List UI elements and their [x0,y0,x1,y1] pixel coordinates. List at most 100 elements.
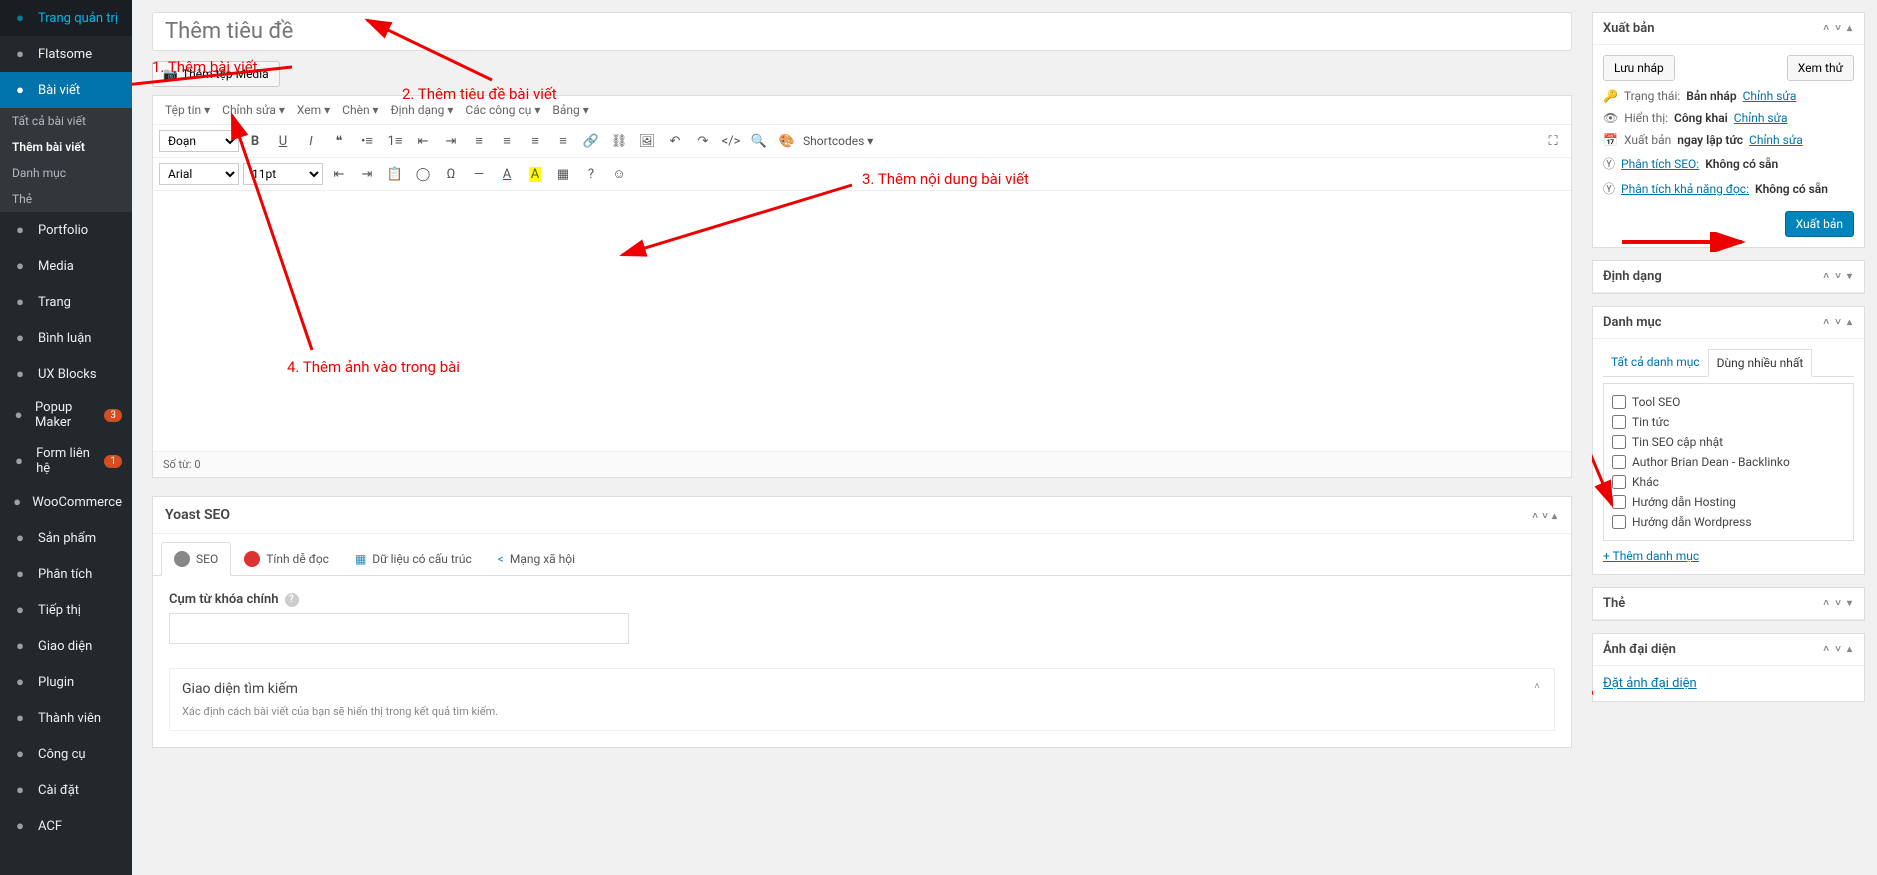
menubar-item-4[interactable]: Định dạng ▾ [387,101,458,119]
menubar-item-0[interactable]: Tệp tin ▾ [161,101,214,119]
sidebar-item-17[interactable]: ●Công cụ [0,736,132,772]
add-category-link[interactable]: + Thêm danh mục [1603,549,1699,563]
sidebar-item-6[interactable]: ●Bình luận [0,320,132,356]
font-select[interactable]: Arial [159,163,239,185]
submenu-item-3[interactable]: Thẻ [0,186,132,212]
indent-icon[interactable]: ⇥ [439,129,463,153]
category-checkbox[interactable] [1612,395,1626,409]
category-item-2[interactable]: Tin SEO cập nhật [1612,432,1845,452]
cat-tab-all[interactable]: Tất cả danh mục [1603,349,1708,376]
read-analysis-link[interactable]: Phân tích khả năng đọc: [1621,182,1749,196]
sidebar-item-11[interactable]: ●Sản phẩm [0,520,132,556]
link-icon[interactable]: 🔗 [579,129,603,153]
sidebar-item-15[interactable]: ●Plugin [0,664,132,700]
sidebar-item-12[interactable]: ●Phân tích [0,556,132,592]
category-item-3[interactable]: Author Brian Dean - Backlinko [1612,452,1845,472]
sidebar-item-5[interactable]: ●Trang [0,284,132,320]
sidebar-item-16[interactable]: ●Thành viên [0,700,132,736]
hr-icon[interactable]: ― [467,162,491,186]
publish-down-icon[interactable]: ˅ [1833,23,1843,34]
category-checkbox[interactable] [1612,415,1626,429]
yoast-tab-social[interactable]: <Mạng xã hội [485,542,588,576]
special-icon[interactable]: Ω [439,162,463,186]
cat-tab-most[interactable]: Dùng nhiều nhất [1708,349,1813,377]
category-checkbox[interactable] [1612,435,1626,449]
italic-icon[interactable]: I [299,129,323,153]
save-draft-button[interactable]: Lưu nháp [1603,55,1675,81]
sidebar-item-10[interactable]: ●WooCommerce [0,484,132,520]
menubar-item-2[interactable]: Xem ▾ [293,101,334,119]
sidebar-item-18[interactable]: ●Cài đặt [0,772,132,808]
category-item-0[interactable]: Tool SEO [1612,392,1845,412]
publish-button[interactable]: Xuất bản [1785,211,1854,237]
redo-icon[interactable]: ↷ [691,129,715,153]
yoast-tab-seo[interactable]: SEO [161,542,231,576]
menubar-item-3[interactable]: Chèn ▾ [338,101,382,119]
undo-icon[interactable]: ↶ [663,129,687,153]
sidebar-item-0[interactable]: ●Trang quản trị [0,0,132,36]
sidebar-item-4[interactable]: ●Media [0,248,132,284]
submenu-item-1[interactable]: Thêm bài viết [0,134,132,160]
code-icon[interactable]: </> [719,129,743,153]
align-center-icon[interactable]: ≡ [495,129,519,153]
publish-toggle-icon[interactable]: ▴ [1845,23,1854,34]
category-checkbox[interactable] [1612,455,1626,469]
keyword-input[interactable] [169,613,629,644]
bgcolor-icon[interactable]: A [523,162,547,186]
textcolor-icon[interactable]: A [495,162,519,186]
set-featured-link[interactable]: Đặt ảnh đại diện [1603,676,1697,691]
category-item-1[interactable]: Tin tức [1612,412,1845,432]
sidebar-item-1[interactable]: ●Flatsome [0,36,132,72]
edit-visibility-link[interactable]: Chỉnh sửa [1734,111,1788,125]
format-select[interactable]: Đoạn [159,130,239,152]
align-right-icon[interactable]: ≡ [523,129,547,153]
outdent2-icon[interactable]: ⇤ [327,162,351,186]
edit-schedule-link[interactable]: Chỉnh sửa [1749,133,1803,147]
fullscreen-icon[interactable]: ⛶ [1541,129,1565,153]
sidebar-item-2[interactable]: ●Bài viết [0,72,132,108]
submenu-item-0[interactable]: Tất cả bài viết [0,108,132,134]
category-item-6[interactable]: Hướng dẫn Wordpress [1612,512,1845,532]
bullet-list-icon[interactable]: •≡ [355,129,379,153]
find-icon[interactable]: 🔍 [747,129,771,153]
outdent-icon[interactable]: ⇤ [411,129,435,153]
unlink-icon[interactable]: ⛓ [607,129,631,153]
menubar-item-1[interactable]: Chỉnh sửa ▾ [218,101,289,119]
keyword-help-icon[interactable]: ? [285,593,299,607]
yoast-tab-schema[interactable]: ▦Dữ liệu có cấu trúc [342,542,485,576]
emoji-icon[interactable]: ☺ [607,162,631,186]
sidebar-item-13[interactable]: ●Tiếp thị [0,592,132,628]
align-justify-icon[interactable]: ≡ [551,129,575,153]
clear-icon[interactable]: ◯ [411,162,435,186]
publish-up-icon[interactable]: ˄ [1821,23,1831,34]
quote-icon[interactable]: ❝ [327,129,351,153]
submenu-item-2[interactable]: Danh mục [0,160,132,186]
number-list-icon[interactable]: 1≡ [383,129,407,153]
help-icon[interactable]: ? [579,162,603,186]
preview-button[interactable]: Xem thử [1787,55,1854,81]
sidebar-item-19[interactable]: ●ACF [0,808,132,844]
post-title-input[interactable] [152,12,1572,51]
paint-icon[interactable]: 🎨 [775,129,799,153]
sidebar-item-8[interactable]: ●Popup Maker3 [0,392,132,438]
category-item-5[interactable]: Hướng dẫn Hosting [1612,492,1845,512]
bold-icon[interactable]: B [243,129,267,153]
menubar-item-6[interactable]: Bảng ▾ [548,101,592,119]
size-select[interactable]: 11pt [243,163,323,185]
category-checkbox[interactable] [1612,495,1626,509]
underline-icon[interactable]: U [271,129,295,153]
shortcodes-dropdown[interactable]: Shortcodes ▾ [803,129,873,153]
add-media-button[interactable]: 📷 Thêm tệp Media [152,61,280,87]
menubar-item-5[interactable]: Các công cụ ▾ [461,101,544,119]
align-left-icon[interactable]: ≡ [467,129,491,153]
category-checkbox[interactable] [1612,515,1626,529]
content-editor[interactable] [153,191,1571,451]
yoast-toggle[interactable]: ˄˅▴ [1530,507,1559,523]
sidebar-item-9[interactable]: ●Form liên hệ1 [0,438,132,484]
category-item-4[interactable]: Khác [1612,472,1845,492]
image-icon[interactable]: 🖼 [635,129,659,153]
edit-status-link[interactable]: Chỉnh sửa [1743,89,1797,103]
preview-toggle-icon[interactable]: ˄ [1532,681,1542,697]
sidebar-item-7[interactable]: ●UX Blocks [0,356,132,392]
seo-analysis-link[interactable]: Phân tích SEO: [1621,157,1699,171]
